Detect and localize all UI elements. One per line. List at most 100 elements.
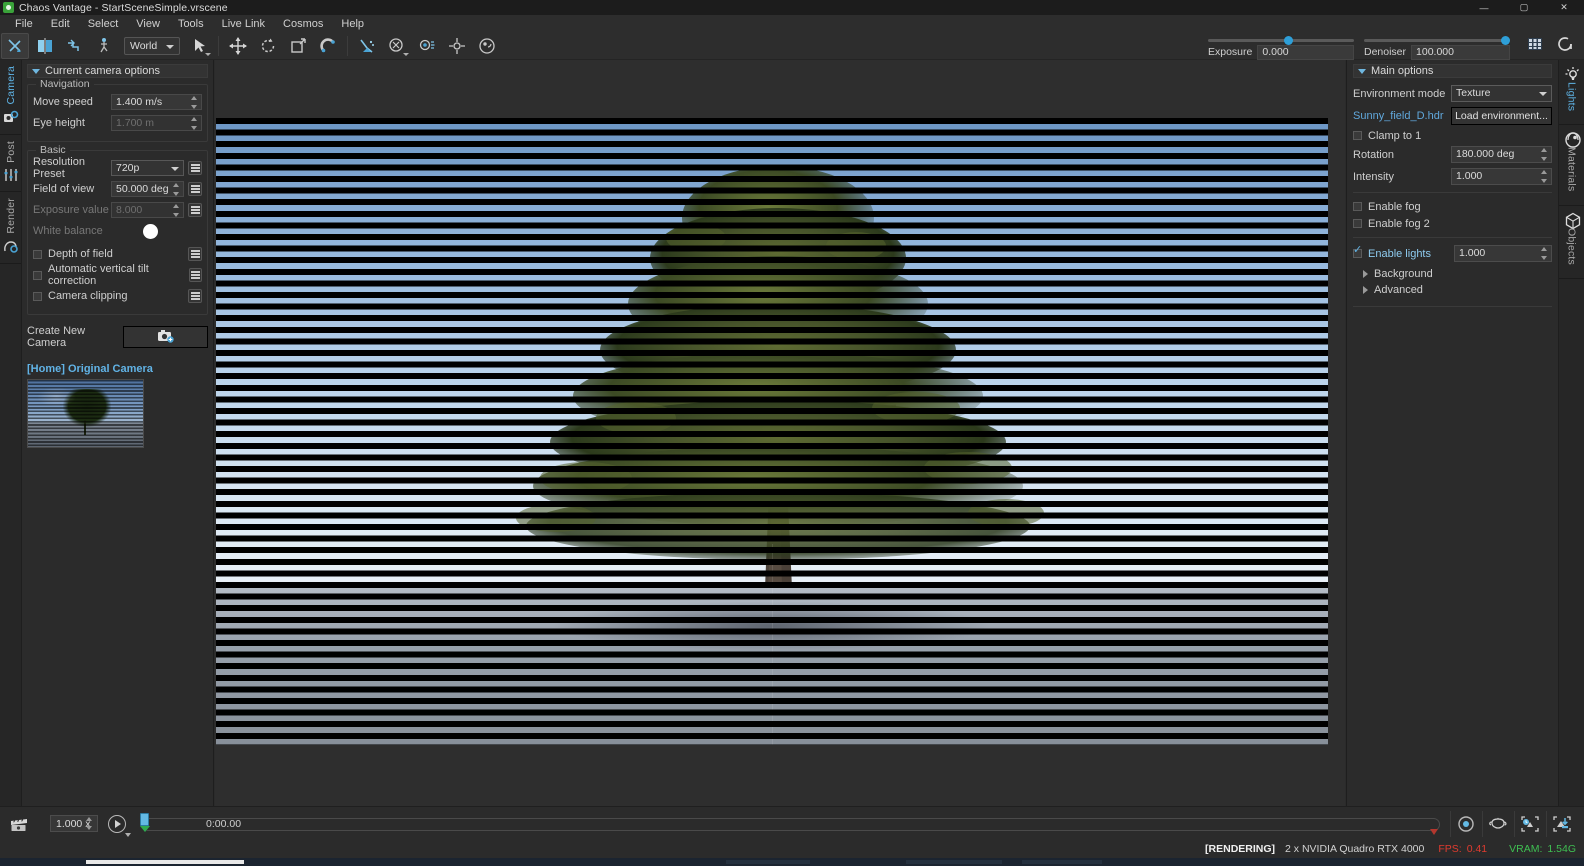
depth-of-field-list-button[interactable] [188,247,202,261]
exposure-slider-knob[interactable] [1283,35,1293,45]
record-keyframe-icon[interactable] [1450,810,1480,837]
eye-height-input[interactable]: 1.700 m [111,115,202,131]
white-balance-swatch[interactable] [143,223,158,239]
intensity-input[interactable]: 1.000 [1451,168,1552,185]
spinner-icon[interactable] [173,204,181,217]
camera-clipping-list-button[interactable] [188,289,202,303]
menu-cosmos[interactable]: Cosmos [274,16,332,31]
spinner-icon[interactable] [191,117,199,130]
measure-icon[interactable] [383,33,411,59]
rotation-label: Rotation [1353,148,1394,161]
playhead-handle[interactable] [140,812,149,826]
clamp-to-1-checkbox[interactable] [1353,131,1362,140]
move-speed-input[interactable]: 1.400 m/s [111,94,202,110]
spinner-icon[interactable] [1541,148,1549,161]
resolution-preset-list-button[interactable] [188,161,202,175]
current-camera-options-header[interactable]: Current camera options [27,64,208,78]
pivot-icon[interactable] [443,33,471,59]
walk-person-icon[interactable] [91,33,119,59]
menu-live-link[interactable]: Live Link [213,16,274,31]
exposure-value-text: 8.000 [116,204,143,216]
close-button[interactable]: ✕ [1544,0,1584,15]
timeline-playhead[interactable] [138,812,152,835]
load-environment-button[interactable]: Load environment... [1451,106,1552,125]
sidebar-item-lights[interactable]: Lights [1559,60,1584,126]
auto-vertical-tilt-checkbox[interactable] [33,270,42,280]
rotation-input[interactable]: 180.000 deg [1451,146,1552,163]
vertex-snap-icon[interactable] [353,33,381,59]
enable-fog-2-checkbox[interactable] [1353,219,1362,228]
coordinate-space-select[interactable]: World [124,36,180,55]
exposure-slider[interactable] [1208,35,1354,45]
snap-magnet-icon[interactable] [314,33,342,59]
advanced-expander[interactable]: Advanced [1353,282,1552,298]
field-of-view-list-button[interactable] [188,182,202,196]
spinner-icon[interactable] [1541,170,1549,183]
render-image[interactable] [216,118,1328,745]
clapperboard-icon[interactable] [6,814,32,834]
playback-speed-input[interactable]: 1.000 x [50,815,98,832]
menu-tools[interactable]: Tools [169,16,213,31]
enable-lights-input[interactable]: 1.000 [1454,245,1552,262]
denoiser-input[interactable]: 100.000 [1411,44,1510,60]
denoiser-slider[interactable] [1364,35,1510,45]
environment-file-link[interactable]: Sunny_field_D.hdr [1353,110,1451,122]
spinner-icon[interactable] [86,817,94,830]
time-snapshot-icon[interactable] [1514,810,1544,837]
timeline-track[interactable] [146,817,1440,831]
select-arrow-icon[interactable] [185,33,213,59]
create-new-camera-button[interactable] [123,326,208,348]
denoiser-slider-knob[interactable] [1501,35,1510,45]
maximize-button[interactable]: ▢ [1504,0,1544,15]
menu-file[interactable]: File [6,16,42,31]
play-button[interactable] [108,814,131,837]
exposure-value-list-button[interactable] [188,203,202,217]
enable-fog-checkbox[interactable] [1353,202,1362,211]
resolution-preset-select[interactable]: 720p [111,160,184,176]
menu-help[interactable]: Help [332,16,373,31]
camera-clipping-checkbox[interactable] [33,291,42,301]
auto-vertical-tilt-list-button[interactable] [188,268,202,282]
render-viewport[interactable] [215,60,1345,806]
exposure-input[interactable]: 0.000 [1257,44,1354,60]
menu-edit[interactable]: Edit [42,16,79,31]
grid-toggle-icon[interactable] [1521,31,1549,57]
save-snapshot-icon[interactable] [1546,810,1576,837]
sidebar-item-post[interactable]: Post [0,135,21,193]
main-toolbar: World Exposure 0.000 Denoiser 100.000 [0,32,1584,60]
mirror-split-icon[interactable] [31,33,59,59]
spinner-icon[interactable] [1541,247,1549,260]
sidebar-item-camera[interactable]: Camera [0,60,21,135]
spinner-icon[interactable] [173,183,181,196]
minimize-button[interactable]: — [1464,0,1504,15]
enable-lights-checkbox[interactable] [1353,245,1362,258]
light-tool-icon[interactable] [413,33,441,59]
main-options-header[interactable]: Main options [1353,64,1552,78]
move-gizmo-icon[interactable] [224,33,252,59]
walk-path-icon[interactable] [61,33,89,59]
environment-mode-select[interactable]: Texture [1451,85,1552,102]
saved-camera-item[interactable]: [Home] Original Camera [27,363,208,448]
timeline-track-area[interactable]: 0:00.00 [138,812,1440,835]
field-of-view-input[interactable]: 50.000 deg [111,181,184,197]
sidebar-item-render[interactable]: Render [0,192,21,264]
saved-camera-thumbnail[interactable] [27,379,144,448]
advanced-label: Advanced [1374,284,1423,296]
depth-of-field-checkbox[interactable] [33,249,42,259]
timeline-end-marker-icon[interactable] [1430,828,1438,835]
auto-vertical-tilt-row: Automatic vertical tilt correction [33,263,202,287]
background-expander[interactable]: Background [1353,266,1552,282]
enable-lights-label: Enable lights [1368,247,1431,260]
menu-view[interactable]: View [127,16,169,31]
refresh-render-icon[interactable] [1551,31,1579,57]
material-picker-icon[interactable] [473,33,501,59]
sidebar-item-objects[interactable]: Objects [1559,206,1584,279]
exposure-value-input[interactable]: 8.000 [111,202,184,218]
spinner-icon[interactable] [191,96,199,109]
teapot-icon[interactable] [1482,810,1512,837]
scale-gizmo-icon[interactable] [284,33,312,59]
rotate-gizmo-icon[interactable] [254,33,282,59]
vantage-tool-icon[interactable] [1,32,29,59]
sidebar-item-materials[interactable]: Materials [1559,125,1584,206]
menu-select[interactable]: Select [79,16,128,31]
